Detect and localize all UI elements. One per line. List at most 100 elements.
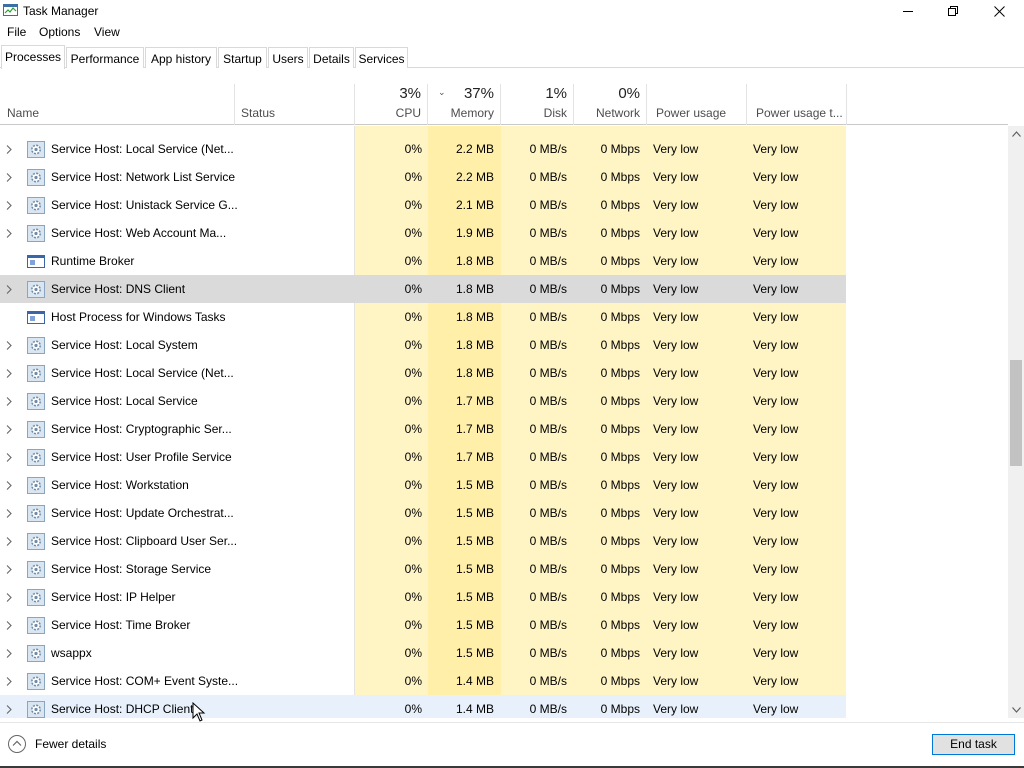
- tab-details[interactable]: Details: [309, 47, 354, 68]
- chevron-right-icon[interactable]: [6, 387, 20, 415]
- chevron-right-icon[interactable]: [6, 527, 20, 555]
- power-usage-value: Very low: [653, 366, 699, 380]
- table-row[interactable]: Service Host: Network List Service 0% 2.2 …: [0, 163, 846, 191]
- chevron-right-icon[interactable]: [6, 499, 20, 527]
- table-row[interactable]: Service Host: Local Service (Net... 0% 1.8…: [0, 359, 846, 387]
- tab-performance[interactable]: Performance: [66, 47, 144, 68]
- power-trend-value: Very low: [753, 450, 799, 464]
- memory-value: 2.2 MB: [455, 142, 494, 156]
- restore-button[interactable]: [930, 0, 976, 22]
- table-row[interactable]: Service Host: Clipboard User Ser... 0% 1.5…: [0, 527, 846, 555]
- column-name[interactable]: Name: [0, 84, 235, 125]
- power-trend-value: Very low: [753, 226, 799, 240]
- tab-startup[interactable]: Startup: [218, 47, 267, 68]
- column-power-usage[interactable]: Power usage: [647, 84, 747, 125]
- process-name: Service Host: Time Broker: [51, 618, 191, 632]
- scrollbar-thumb[interactable]: [1010, 360, 1022, 466]
- minimize-button[interactable]: [885, 0, 931, 22]
- disk-value: 0 MB/s: [529, 282, 567, 296]
- table-row[interactable]: Service Host: Cryptographic Ser... 0% 1.7 …: [0, 415, 846, 443]
- column-disk[interactable]: 1% Disk: [501, 84, 574, 125]
- table-row[interactable]: Runtime Broker 0% 1.8 MB 0 MB/s 0 Mbps Very l…: [0, 247, 846, 275]
- disk-total: 1%: [545, 85, 567, 102]
- table-row[interactable]: wsappx 0% 1.5 MB 0 MB/s 0 Mbps Very low Very l…: [0, 639, 846, 667]
- chevron-right-icon[interactable]: [6, 443, 20, 471]
- gear-icon: [27, 197, 45, 214]
- table-row[interactable]: Service Host: COM+ Event Syste... 0% 1.4 M…: [0, 667, 846, 695]
- memory-value: 1.7 MB: [455, 422, 494, 436]
- table-row[interactable]: Service Host: Time Broker 0% 1.5 MB 0 MB/s 0…: [0, 611, 846, 639]
- table-row[interactable]: Host Process for Windows Tasks 0% 1.8 MB 0 …: [0, 303, 846, 331]
- table-row[interactable]: Service Host: DHCP Client 0% 1.4 MB 0 MB/s 0…: [0, 695, 846, 718]
- menu-options[interactable]: Options: [39, 25, 80, 39]
- memory-value: 1.5 MB: [455, 646, 494, 660]
- scroll-up-button[interactable]: [1008, 126, 1024, 142]
- process-list[interactable]: Service Host: Local Service (Net... 0% 2.2…: [0, 126, 1008, 718]
- cpu-value: 0%: [404, 506, 422, 520]
- table-row[interactable]: Service Host: Update Orchestrat... 0% 1.5 …: [0, 499, 846, 527]
- chevron-right-icon[interactable]: [6, 135, 20, 163]
- end-task-button[interactable]: End task: [932, 734, 1015, 755]
- disk-value: 0 MB/s: [529, 646, 567, 660]
- power-usage-value: Very low: [653, 198, 699, 212]
- chevron-right-icon[interactable]: [6, 163, 20, 191]
- cpu-value: 0%: [404, 170, 422, 184]
- table-row[interactable]: Service Host: Local Service 0% 1.7 MB 0 MB/…: [0, 387, 846, 415]
- column-cpu[interactable]: 3% CPU: [355, 84, 428, 125]
- chevron-right-icon[interactable]: [6, 667, 20, 695]
- gear-icon: [27, 477, 45, 494]
- table-row[interactable]: Service Host: Local Service (Net... 0% 2.2…: [0, 135, 846, 163]
- cpu-value: 0%: [404, 590, 422, 604]
- title-bar[interactable]: Task Manager: [0, 0, 1024, 22]
- fewer-details-button[interactable]: Fewer details: [7, 734, 106, 754]
- process-name: Service Host: Clipboard User Ser...: [51, 534, 238, 548]
- memory-value: 1.8 MB: [455, 338, 494, 352]
- menu-file[interactable]: File: [7, 25, 26, 39]
- power-usage-value: Very low: [653, 422, 699, 436]
- chevron-right-icon[interactable]: [6, 415, 20, 443]
- cpu-value: 0%: [404, 366, 422, 380]
- column-power-usage-trend[interactable]: Power usage t...: [747, 84, 847, 125]
- gear-icon: [27, 589, 45, 606]
- tab-processes[interactable]: Processes: [1, 45, 65, 69]
- chevron-right-icon[interactable]: [6, 583, 20, 611]
- column-network[interactable]: 0% Network: [574, 84, 647, 125]
- column-memory[interactable]: ⌄ 37% Memory: [428, 84, 501, 125]
- table-row[interactable]: Service Host: User Profile Service 0% 1.7 …: [0, 443, 846, 471]
- close-icon: [993, 5, 1005, 17]
- network-value: 0 Mbps: [600, 478, 640, 492]
- table-row[interactable]: Service Host: IP Helper 0% 1.5 MB 0 MB/s 0 M…: [0, 583, 846, 611]
- table-row[interactable]: Service Host: Web Account Ma... 0% 1.9 MB 0…: [0, 219, 846, 247]
- tab-users[interactable]: Users: [268, 47, 308, 68]
- vertical-scrollbar[interactable]: [1008, 126, 1024, 718]
- scroll-down-button[interactable]: [1008, 702, 1024, 718]
- cpu-value: 0%: [404, 142, 422, 156]
- chevron-right-icon[interactable]: [6, 639, 20, 667]
- table-row[interactable]: Service Host: Storage Service 0% 1.5 MB 0 M…: [0, 555, 846, 583]
- table-row[interactable]: Service Host: Workstation 0% 1.5 MB 0 MB/s 0…: [0, 471, 846, 499]
- table-row[interactable]: Service Host: Unistack Service G... 0% 2.1…: [0, 191, 846, 219]
- power-usage-value: Very low: [653, 674, 699, 688]
- chevron-right-icon[interactable]: [6, 611, 20, 639]
- column-status[interactable]: Status: [235, 84, 355, 125]
- chevron-right-icon[interactable]: [6, 331, 20, 359]
- disk-value: 0 MB/s: [529, 534, 567, 548]
- chevron-right-icon[interactable]: [6, 471, 20, 499]
- gear-icon: [27, 533, 45, 550]
- chevron-right-icon[interactable]: [6, 555, 20, 583]
- chevron-right-icon[interactable]: [6, 359, 20, 387]
- menu-view[interactable]: View: [94, 25, 120, 39]
- disk-value: 0 MB/s: [529, 562, 567, 576]
- chevron-right-icon[interactable]: [6, 191, 20, 219]
- tab-services[interactable]: Services: [355, 47, 408, 68]
- power-trend-value: Very low: [753, 310, 799, 324]
- chevron-right-icon[interactable]: [6, 219, 20, 247]
- gear-icon: [27, 673, 45, 690]
- power-trend-value: Very low: [753, 506, 799, 520]
- table-row[interactable]: Service Host: Local System 0% 1.8 MB 0 MB/s…: [0, 331, 846, 359]
- chevron-right-icon[interactable]: [6, 695, 20, 718]
- close-button[interactable]: [976, 0, 1022, 22]
- table-row[interactable]: Service Host: DNS Client 0% 1.8 MB 0 MB/s 0 …: [0, 275, 846, 303]
- tab-app-history[interactable]: App history: [145, 47, 217, 68]
- chevron-right-icon[interactable]: [6, 275, 20, 303]
